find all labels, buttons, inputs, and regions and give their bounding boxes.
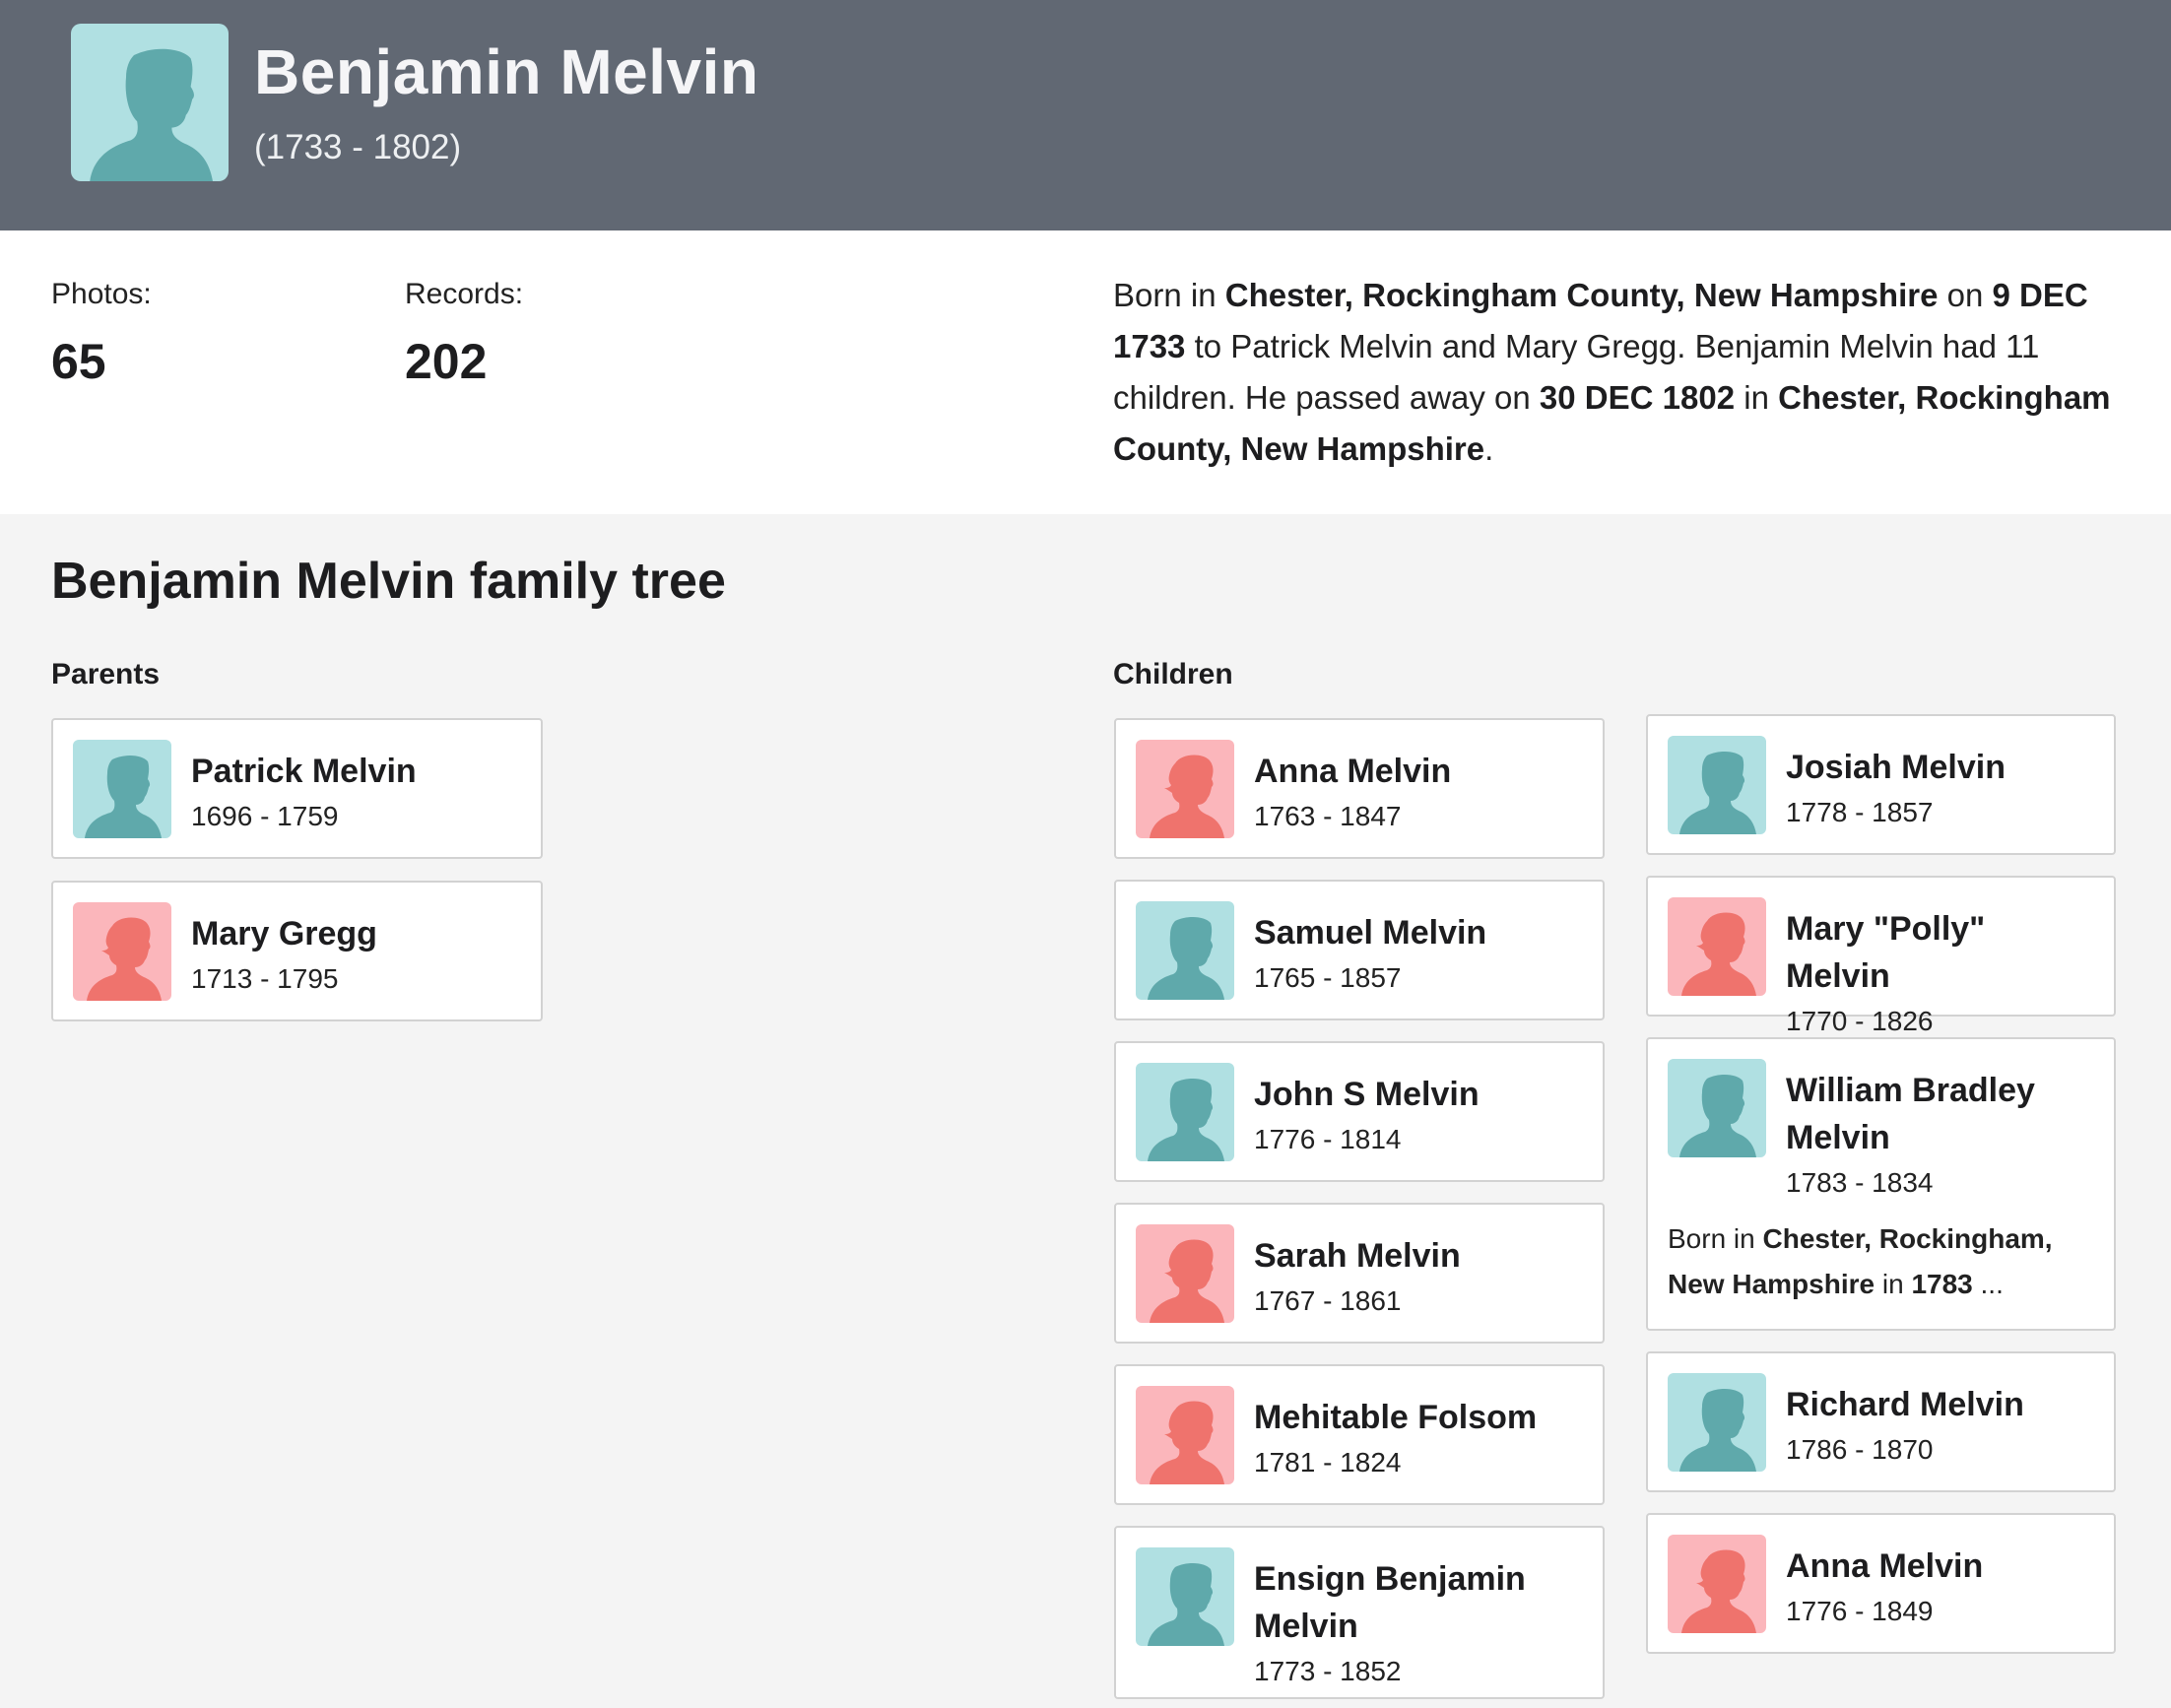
bio-text: . xyxy=(1484,430,1494,467)
person-info: William Bradley Melvin 1783 - 1834 xyxy=(1786,1067,2098,1203)
person-lifespan: (1733 - 1802) xyxy=(254,128,462,166)
male-silhouette-icon xyxy=(73,740,171,838)
male-silhouette-icon xyxy=(1668,1373,1766,1472)
child-card[interactable]: John S Melvin 1776 - 1814 xyxy=(1114,1041,1605,1182)
person-name[interactable]: William Bradley Melvin xyxy=(1786,1067,2098,1161)
parent-card[interactable]: Patrick Melvin 1696 - 1759 xyxy=(51,718,543,859)
bio-text: Born in xyxy=(1113,277,1225,313)
child-card[interactable]: Richard Melvin 1786 - 1870 xyxy=(1646,1351,2116,1492)
person-lifespan: 1786 - 1870 xyxy=(1786,1434,1934,1465)
parents-label: Parents xyxy=(51,658,161,690)
profile-header: Benjamin Melvin (1733 - 1802) xyxy=(0,0,2171,230)
female-silhouette-icon xyxy=(1136,740,1234,838)
person-name[interactable]: Josiah Melvin xyxy=(1786,744,2098,791)
male-silhouette-icon xyxy=(1668,736,1766,834)
person-info: Anna Melvin 1776 - 1849 xyxy=(1786,1543,2098,1631)
person-lifespan: 1767 - 1861 xyxy=(1254,1285,1402,1316)
person-name[interactable]: Mary Gregg xyxy=(191,910,525,957)
person-name[interactable]: Mehitable Folsom xyxy=(1254,1394,1587,1441)
person-name[interactable]: Anna Melvin xyxy=(1786,1543,2098,1590)
child-card[interactable]: Mehitable Folsom 1781 - 1824 xyxy=(1114,1364,1605,1505)
snippet-text: Born in xyxy=(1668,1223,1763,1254)
child-card[interactable]: Samuel Melvin 1765 - 1857 xyxy=(1114,880,1605,1020)
child-card[interactable]: Anna Melvin 1763 - 1847 xyxy=(1114,718,1605,859)
person-info: Anna Melvin 1763 - 1847 xyxy=(1254,748,1587,836)
records-stat[interactable]: Records: 202 xyxy=(405,278,523,390)
female-silhouette-icon xyxy=(1668,1535,1766,1633)
parent-card[interactable]: Mary Gregg 1713 - 1795 xyxy=(51,881,543,1021)
person-name[interactable]: Samuel Melvin xyxy=(1254,909,1587,956)
person-name[interactable]: Anna Melvin xyxy=(1254,748,1587,795)
person-lifespan: 1696 - 1759 xyxy=(191,801,339,831)
person-name[interactable]: Patrick Melvin xyxy=(191,748,525,795)
person-name[interactable]: Richard Melvin xyxy=(1786,1381,2098,1428)
person-lifespan: 1776 - 1849 xyxy=(1786,1596,1934,1626)
records-label: Records: xyxy=(405,278,524,310)
child-card[interactable]: Anna Melvin 1776 - 1849 xyxy=(1646,1513,2116,1654)
person-lifespan: 1713 - 1795 xyxy=(191,963,339,994)
person-info: Ensign Benjamin Melvin 1773 - 1852 xyxy=(1254,1555,1587,1691)
children-label: Children xyxy=(1113,658,1233,690)
person-lifespan: 1763 - 1847 xyxy=(1254,801,1402,831)
photos-stat[interactable]: Photos: 65 xyxy=(51,278,152,390)
snippet-highlight: 1783 xyxy=(1911,1269,1973,1299)
snippet-text: in xyxy=(1875,1269,1912,1299)
snippet-text: ... xyxy=(1972,1269,2004,1299)
person-name[interactable]: Mary "Polly" Melvin xyxy=(1786,905,2098,1000)
biography-text: Born in Chester, Rockingham County, New … xyxy=(1113,270,2118,475)
records-count: 202 xyxy=(405,334,488,389)
person-lifespan: 1781 - 1824 xyxy=(1254,1447,1402,1478)
female-silhouette-icon xyxy=(1136,1386,1234,1484)
bio-highlight: 30 DEC 1802 xyxy=(1539,379,1736,416)
person-info: Sarah Melvin 1767 - 1861 xyxy=(1254,1232,1587,1321)
female-silhouette-icon xyxy=(73,902,171,1001)
child-card[interactable]: Ensign Benjamin Melvin 1773 - 1852 xyxy=(1114,1526,1605,1699)
person-lifespan: 1783 - 1834 xyxy=(1786,1167,1934,1198)
child-card[interactable]: Josiah Melvin 1778 - 1857 xyxy=(1646,714,2116,855)
person-lifespan: 1765 - 1857 xyxy=(1254,962,1402,993)
person-lifespan: 1778 - 1857 xyxy=(1786,797,1934,827)
person-info: John S Melvin 1776 - 1814 xyxy=(1254,1071,1587,1159)
male-silhouette-icon xyxy=(1136,1547,1234,1646)
person-name[interactable]: Sarah Melvin xyxy=(1254,1232,1587,1280)
summary-band: Photos: 65 Records: 202 Born in Chester,… xyxy=(0,230,2171,514)
photos-count: 65 xyxy=(51,334,106,389)
person-name: Benjamin Melvin xyxy=(254,36,759,107)
person-name[interactable]: John S Melvin xyxy=(1254,1071,1587,1118)
child-card[interactable]: William Bradley Melvin 1783 - 1834 Born in… xyxy=(1646,1037,2116,1331)
person-info: Richard Melvin 1786 - 1870 xyxy=(1786,1381,2098,1470)
person-info: Mary "Polly" Melvin 1770 - 1826 xyxy=(1786,905,2098,1041)
person-bio-snippet: Born in Chester, Rockingham, New Hampshi… xyxy=(1668,1216,2098,1307)
bio-highlight: Chester, Rockingham County, New Hampshir… xyxy=(1224,277,1939,313)
photos-label: Photos: xyxy=(51,278,152,310)
female-silhouette-icon xyxy=(1668,897,1766,996)
person-lifespan: 1770 - 1826 xyxy=(1786,1006,1934,1036)
child-card[interactable]: Sarah Melvin 1767 - 1861 xyxy=(1114,1203,1605,1344)
female-silhouette-icon xyxy=(1136,1224,1234,1323)
bio-text: on xyxy=(1938,277,1993,313)
person-info: Josiah Melvin 1778 - 1857 xyxy=(1786,744,2098,832)
male-silhouette-icon xyxy=(1668,1059,1766,1157)
family-tree-heading: Benjamin Melvin family tree xyxy=(51,553,726,610)
person-info: Mehitable Folsom 1781 - 1824 xyxy=(1254,1394,1587,1482)
person-name[interactable]: Ensign Benjamin Melvin xyxy=(1254,1555,1587,1650)
male-silhouette-icon xyxy=(71,24,229,181)
bio-text: in xyxy=(1735,379,1779,416)
child-card[interactable]: Mary "Polly" Melvin 1770 - 1826 xyxy=(1646,876,2116,1036)
person-lifespan: 1776 - 1814 xyxy=(1254,1124,1402,1154)
male-silhouette-icon xyxy=(1136,901,1234,1000)
person-lifespan: 1773 - 1852 xyxy=(1254,1656,1402,1686)
person-info: Mary Gregg 1713 - 1795 xyxy=(191,910,525,999)
person-info: Patrick Melvin 1696 - 1759 xyxy=(191,748,525,836)
person-info: Samuel Melvin 1765 - 1857 xyxy=(1254,909,1587,998)
male-silhouette-icon xyxy=(1136,1063,1234,1161)
